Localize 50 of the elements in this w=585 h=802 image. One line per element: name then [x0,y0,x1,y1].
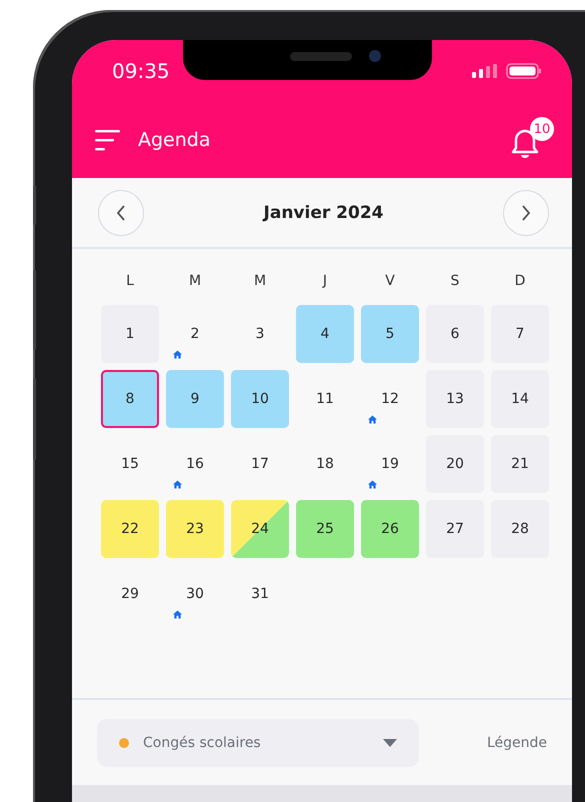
calendar-day[interactable]: 9 [166,370,224,428]
page-title: Agenda [138,129,212,151]
weekday-label: M [252,273,268,291]
battery-icon [506,63,542,79]
calendar-day[interactable]: 25 [296,500,354,558]
calendar-day[interactable]: 6 [426,305,484,363]
calendar-day[interactable]: 28 [491,500,549,558]
signal-icon [472,64,498,78]
calendar-day[interactable]: 17 [231,435,289,493]
filter-dropdown[interactable]: Congés scolaires [97,718,419,766]
weekday-label: L [125,273,135,291]
calendar-day[interactable]: 22 [101,500,159,558]
calendar-day[interactable]: 18 [296,435,354,493]
calendar-day[interactable]: 20 [426,435,484,493]
calendar-day[interactable]: 23 [166,500,224,558]
calendar-day[interactable]: 8 [101,370,159,428]
calendar-day[interactable]: 13 [426,370,484,428]
calendar-day[interactable]: 21 [491,435,549,493]
calendar-day[interactable]: 29 [101,565,159,623]
calendar-day[interactable]: 10 [231,370,289,428]
calendar-day[interactable]: 26 [361,500,419,558]
calendar-day[interactable]: 3 [231,305,289,363]
notification-badge: 10 [530,117,554,141]
weekday-label: M [188,273,202,291]
calendar-day[interactable]: 31 [231,565,289,623]
calendar-day[interactable]: 27 [426,500,484,558]
calendar-day[interactable]: 14 [491,370,549,428]
calendar-day[interactable]: 16 [166,435,224,493]
calendar-day[interactable]: 15 [101,435,159,493]
split-day-fill [231,500,289,558]
calendar-day[interactable]: 5 [361,305,419,363]
menu-icon[interactable] [95,129,121,151]
month-title: Janvier 2024 [264,202,384,222]
chevron-right-icon [520,204,532,222]
status-time: 09:35 [112,59,170,83]
chevron-left-icon [115,204,127,222]
calendar-day[interactable]: 12 [361,370,419,428]
weekday-label: J [321,273,328,291]
calendar-day[interactable]: 19 [361,435,419,493]
legend-link[interactable]: Légende [486,734,547,750]
weekday-label: S [450,273,460,291]
weekday-label: D [514,273,526,291]
caret-icon [383,738,397,746]
calendar-day[interactable]: 2 [166,305,224,363]
weekday-label: V [384,273,396,291]
calendar-day[interactable]: 30 [166,565,224,623]
calendar-day[interactable]: 1 [101,305,159,363]
calendar-day[interactable]: 7 [491,305,549,363]
calendar-day[interactable]: 4 [296,305,354,363]
calendar-day[interactable]: 11 [296,370,354,428]
